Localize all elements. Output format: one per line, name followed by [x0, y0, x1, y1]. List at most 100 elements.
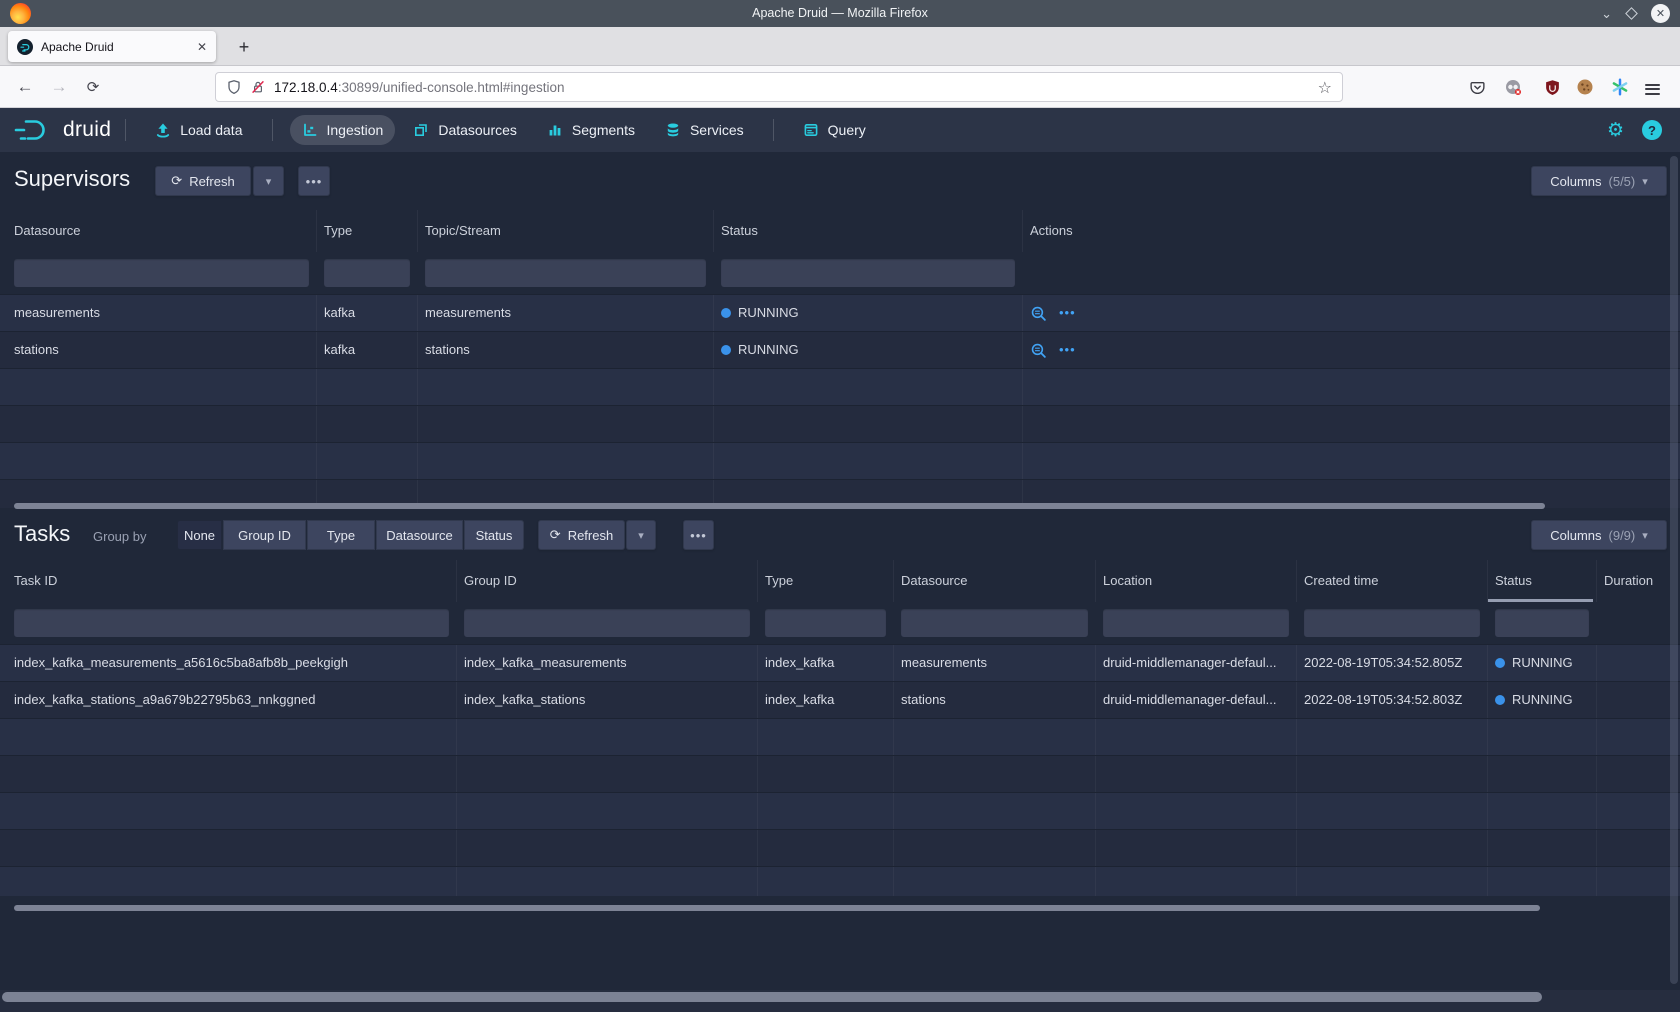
columns-count: (9/9): [1609, 528, 1636, 543]
nav-item-query[interactable]: Query: [791, 115, 878, 145]
filter-location-input[interactable]: [1103, 609, 1289, 637]
tasks-more-button[interactable]: •••: [683, 520, 714, 550]
group-by-type-button[interactable]: Type: [307, 520, 375, 550]
group-by-status-button[interactable]: Status: [464, 520, 524, 550]
nav-divider: [272, 119, 273, 141]
supervisors-filter-row: [0, 252, 1680, 294]
tab-favicon-icon: [17, 39, 33, 55]
detail-magnifier-icon[interactable]: [1030, 305, 1047, 322]
new-tab-button[interactable]: +: [232, 35, 256, 59]
tasks-refresh-button[interactable]: ⟳ Refresh: [538, 520, 625, 550]
extension-colorful-icon[interactable]: [1609, 76, 1631, 98]
pocket-icon[interactable]: [1466, 76, 1488, 98]
filter-created-time-input[interactable]: [1304, 609, 1480, 637]
cell-actions: •••: [1023, 295, 1680, 331]
filter-topic-input[interactable]: [425, 259, 706, 287]
filter-task-id-input[interactable]: [14, 609, 449, 637]
shield-icon[interactable]: [226, 79, 242, 95]
druid-logo[interactable]: druid: [14, 118, 111, 142]
nav-item-datasources[interactable]: Datasources: [401, 115, 529, 145]
tab-apache-druid[interactable]: Apache Druid ✕: [8, 31, 216, 62]
window-close-icon[interactable]: ✕: [1651, 4, 1670, 23]
help-icon[interactable]: ?: [1642, 120, 1662, 140]
column-header-datasource[interactable]: Datasource: [0, 210, 317, 252]
sort-indicator: [1488, 599, 1593, 602]
filter-datasource-input[interactable]: [14, 259, 309, 287]
column-header-location[interactable]: Location: [1096, 560, 1297, 602]
group-by-datasource-button[interactable]: Datasource: [376, 520, 463, 550]
empty-row: [0, 829, 1680, 866]
status-dot-icon: [1495, 658, 1505, 668]
insecure-lock-icon[interactable]: [250, 79, 266, 95]
cell-created-time: 2022-08-19T05:34:52.803Z: [1297, 682, 1488, 718]
detail-magnifier-icon[interactable]: [1030, 342, 1047, 359]
cell-group-id: index_kafka_stations: [457, 682, 758, 718]
tasks-columns-button[interactable]: Columns (9/9) ▾: [1531, 520, 1667, 550]
filter-datasource-input[interactable]: [901, 609, 1088, 637]
column-header-group-id[interactable]: Group ID: [457, 560, 758, 602]
cell-task-id: index_kafka_stations_a9a679b22795b63_nnk…: [0, 682, 457, 718]
supervisors-more-button[interactable]: •••: [298, 166, 330, 196]
tab-close-icon[interactable]: ✕: [197, 40, 207, 54]
back-button[interactable]: ←: [12, 74, 38, 100]
filter-status-input[interactable]: [721, 259, 1015, 287]
cell-datasource: measurements: [894, 645, 1096, 681]
column-header-status[interactable]: Status: [714, 210, 1023, 252]
bookmark-star-icon[interactable]: ☆: [1318, 78, 1332, 97]
supervisors-refresh-button[interactable]: ⟳ Refresh: [155, 166, 251, 196]
ublock-icon[interactable]: [1541, 76, 1563, 98]
tasks-horizontal-scrollbar[interactable]: [14, 905, 1540, 911]
cell-type: kafka: [317, 295, 418, 331]
reload-button[interactable]: ⟳: [80, 74, 106, 100]
column-header-duration[interactable]: Duration: [1597, 560, 1680, 602]
status-badge: RUNNING: [1512, 682, 1573, 718]
chevron-down-icon: ▾: [1642, 175, 1648, 188]
column-header-status-sorted[interactable]: Status: [1488, 560, 1597, 602]
hamburger-menu-icon[interactable]: [1645, 76, 1667, 98]
nav-item-load-data[interactable]: Load data: [143, 115, 254, 145]
filter-group-id-input[interactable]: [464, 609, 750, 637]
column-header-type[interactable]: Type: [758, 560, 894, 602]
empty-row: [0, 718, 1680, 755]
settings-gear-icon[interactable]: ⚙: [1607, 119, 1624, 141]
column-header-datasource[interactable]: Datasource: [894, 560, 1096, 602]
forward-button[interactable]: →: [46, 74, 72, 100]
tasks-refresh-caret-button[interactable]: ▾: [626, 520, 656, 550]
cell-location: druid-middlemanager-defaul...: [1096, 645, 1297, 681]
druid-logo-icon: [14, 118, 56, 142]
filter-status-input[interactable]: [1495, 609, 1589, 637]
extension-privacy-icon[interactable]: [1502, 76, 1524, 98]
nav-item-segments[interactable]: Segments: [535, 115, 647, 145]
supervisors-refresh-caret-button[interactable]: ▾: [253, 166, 284, 196]
cell-task-id: index_kafka_measurements_a5616c5ba8afb8b…: [0, 645, 457, 681]
task-row: index_kafka_measurements_a5616c5ba8afb8b…: [0, 644, 1680, 681]
filter-type-input[interactable]: [324, 259, 410, 287]
empty-row: [0, 792, 1680, 829]
supervisors-horizontal-scrollbar[interactable]: [14, 503, 1545, 509]
services-icon: [665, 122, 681, 138]
row-more-icon[interactable]: •••: [1059, 295, 1076, 331]
filter-type-input[interactable]: [765, 609, 886, 637]
group-by-group-id-button[interactable]: Group ID: [223, 520, 306, 550]
window-maximize-icon[interactable]: [1625, 7, 1638, 20]
column-header-topic-stream[interactable]: Topic/Stream: [418, 210, 714, 252]
nav-item-services[interactable]: Services: [653, 115, 756, 145]
refresh-icon: ⟳: [550, 528, 561, 543]
page-horizontal-scrollbar[interactable]: [2, 992, 1542, 1002]
cell-duration: [1597, 682, 1680, 718]
refresh-icon: ⟳: [171, 174, 182, 189]
window-minimize-icon[interactable]: ⌄: [1601, 7, 1612, 20]
column-header-type[interactable]: Type: [317, 210, 418, 252]
nav-item-ingestion[interactable]: Ingestion: [290, 115, 396, 145]
column-header-created-time[interactable]: Created time: [1297, 560, 1488, 602]
supervisors-columns-button[interactable]: Columns (5/5) ▾: [1531, 166, 1667, 196]
column-header-task-id[interactable]: Task ID: [0, 560, 457, 602]
supervisors-table-header: Datasource Type Topic/Stream Status Acti…: [0, 210, 1680, 252]
group-by-none-button[interactable]: None: [177, 520, 222, 550]
row-more-icon[interactable]: •••: [1059, 332, 1076, 368]
url-bar[interactable]: 172.18.0.4:30899/unified-console.html#in…: [215, 72, 1343, 102]
page-vertical-scrollbar[interactable]: [1670, 156, 1678, 984]
cookie-extension-icon[interactable]: [1574, 76, 1596, 98]
refresh-label: Refresh: [189, 174, 235, 189]
supervisor-row: stations kafka stations RUNNING •••: [0, 331, 1680, 368]
